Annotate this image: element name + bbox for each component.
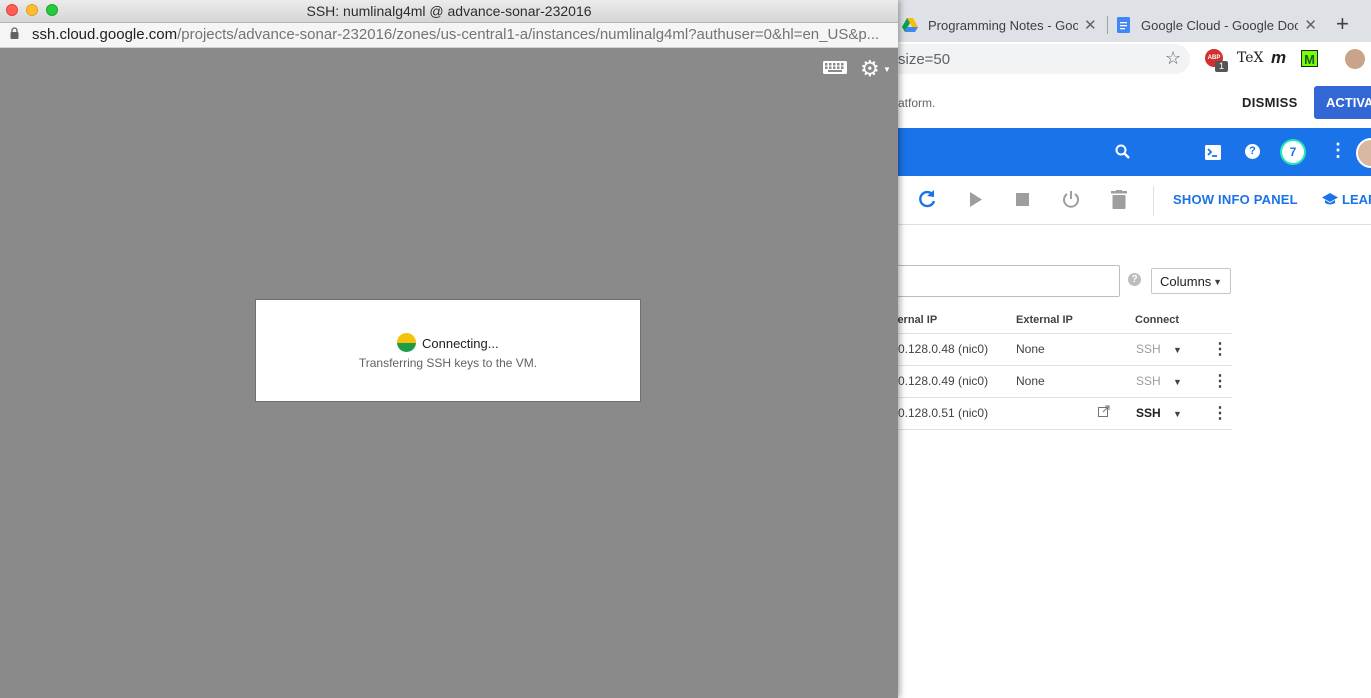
reset-power-icon[interactable] (1061, 189, 1081, 209)
m-extension-icon[interactable]: m (1271, 48, 1286, 68)
window-title: SSH: numlinalg4ml @ advance-sonar-232016 (306, 3, 592, 19)
tab-title: Programming Notes - Google Drive (928, 17, 1078, 33)
tab-programming-notes[interactable]: Programming Notes - Google Drive ✕ (898, 8, 1106, 42)
ssh-button[interactable]: SSH (1136, 406, 1161, 420)
school-icon (1322, 193, 1338, 205)
close-tab-icon[interactable]: ✕ (1304, 16, 1317, 34)
row-divider (880, 397, 1232, 398)
show-info-panel-button[interactable]: SHOW INFO PANEL (1173, 192, 1298, 207)
ssh-dropdown-icon[interactable]: ▼ (1173, 377, 1182, 387)
start-icon[interactable] (969, 192, 983, 207)
header-connect: Connect (1135, 314, 1179, 326)
learn-button[interactable]: LEARN (1342, 192, 1371, 207)
tab-separator (1107, 16, 1108, 34)
banner-text: atform. (898, 96, 936, 110)
bookmark-star-icon[interactable]: ☆ (1165, 48, 1181, 69)
tab-google-cloud-doc[interactable]: Google Cloud - Google Docs ✕ (1117, 8, 1317, 42)
tex-extension-icon[interactable]: TeX (1237, 50, 1264, 66)
ssh-button[interactable]: SSH (1136, 342, 1161, 356)
refresh-icon[interactable] (917, 189, 937, 209)
lock-icon (10, 27, 19, 39)
profile-avatar[interactable] (1345, 49, 1365, 69)
settings-gear-icon[interactable]: ⚙ (860, 56, 880, 82)
connection-message: Transferring SSH keys to the VM. (358, 356, 538, 370)
address-bar-text: size=50 (898, 51, 951, 68)
table-row-external-ip: None (1016, 342, 1045, 356)
adblock-badge: 1 (1215, 61, 1228, 72)
external-link-icon[interactable] (1098, 405, 1110, 417)
keyboard-icon[interactable] (823, 61, 847, 74)
ssh-dropdown-icon[interactable]: ▼ (1173, 345, 1182, 355)
columns-dropdown[interactable]: Columns ▼ (1151, 268, 1231, 294)
url-text: ssh.cloud.google.com/projects/advance-so… (32, 26, 884, 43)
row-more-icon[interactable]: ⋮ (1212, 403, 1228, 423)
close-tab-icon[interactable]: ✕ (1084, 16, 1097, 34)
ssh-button[interactable]: SSH (1136, 374, 1161, 388)
docs-icon (1117, 17, 1130, 33)
more-vert-icon[interactable]: ⋮ (1329, 140, 1347, 161)
filter-input[interactable] (880, 265, 1120, 297)
columns-label: Columns (1160, 274, 1212, 289)
url-path: /projects/advance-sonar-232016/zones/us-… (177, 26, 880, 43)
row-divider (880, 429, 1232, 430)
table-row-external-ip: None (1016, 374, 1045, 388)
activate-button[interactable]: ACTIVATE (1314, 86, 1371, 119)
connection-status: Connecting... (422, 336, 499, 351)
notifications-badge[interactable]: 7 (1280, 139, 1306, 165)
table-row-internal-ip: 0.128.0.51 (nic0) (898, 406, 989, 420)
row-divider (880, 333, 1232, 334)
stop-icon[interactable] (1016, 193, 1029, 206)
url-host: ssh.cloud.google.com (32, 26, 178, 43)
new-tab-button[interactable]: + (1336, 11, 1349, 37)
filter-help-icon[interactable]: ? (1128, 273, 1141, 286)
ssh-popup-window: SSH: numlinalg4ml @ advance-sonar-232016… (0, 0, 898, 698)
drive-icon (902, 18, 918, 32)
search-icon[interactable] (1115, 144, 1130, 159)
mendeley-extension-icon[interactable]: M (1301, 50, 1318, 67)
header-external-ip[interactable]: External IP (1016, 314, 1073, 326)
dropdown-caret-icon: ▼ (1213, 277, 1222, 287)
table-row-internal-ip: 0.128.0.48 (nic0) (898, 342, 989, 356)
dismiss-button[interactable]: DISMISS (1242, 95, 1298, 110)
row-more-icon[interactable]: ⋮ (1212, 339, 1228, 359)
cloud-shell-icon[interactable] (1205, 145, 1221, 160)
row-more-icon[interactable]: ⋮ (1212, 371, 1228, 391)
row-divider (880, 365, 1232, 366)
settings-caret-icon[interactable]: ▼ (883, 65, 891, 74)
loading-spinner-icon (397, 333, 416, 352)
table-row-internal-ip: 0.128.0.49 (nic0) (898, 374, 989, 388)
action-divider (1153, 186, 1154, 216)
delete-icon[interactable] (1111, 190, 1127, 209)
ssh-dropdown-icon[interactable]: ▼ (1173, 409, 1182, 419)
help-icon[interactable]: ? (1245, 144, 1260, 159)
tab-title: Google Cloud - Google Docs (1141, 17, 1299, 33)
